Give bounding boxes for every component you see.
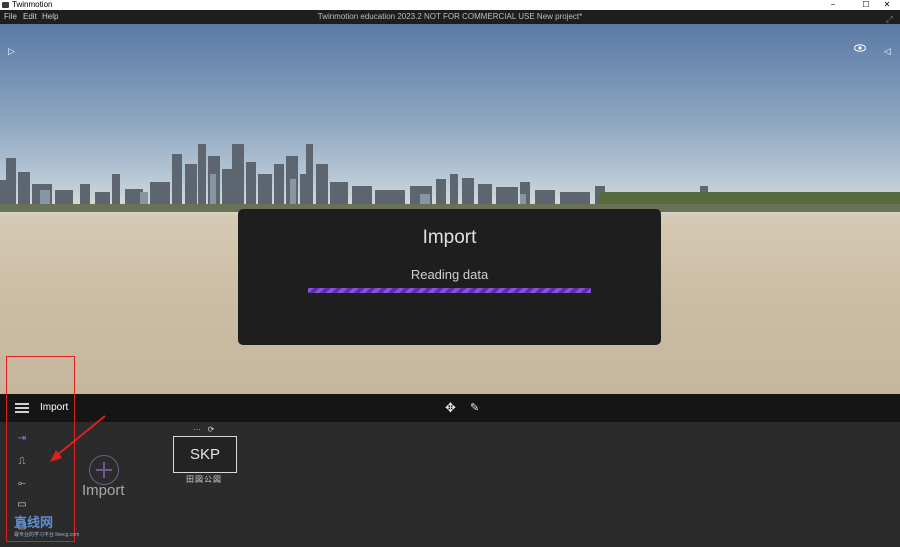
watermark-logo: 直线网 最专业的学习平台 linecg.com xyxy=(14,512,124,542)
watermark-subtitle: 最专业的学习平台 linecg.com xyxy=(14,532,80,538)
watermark-text: 直线网 xyxy=(14,515,54,530)
annotation-arrow xyxy=(50,415,106,462)
